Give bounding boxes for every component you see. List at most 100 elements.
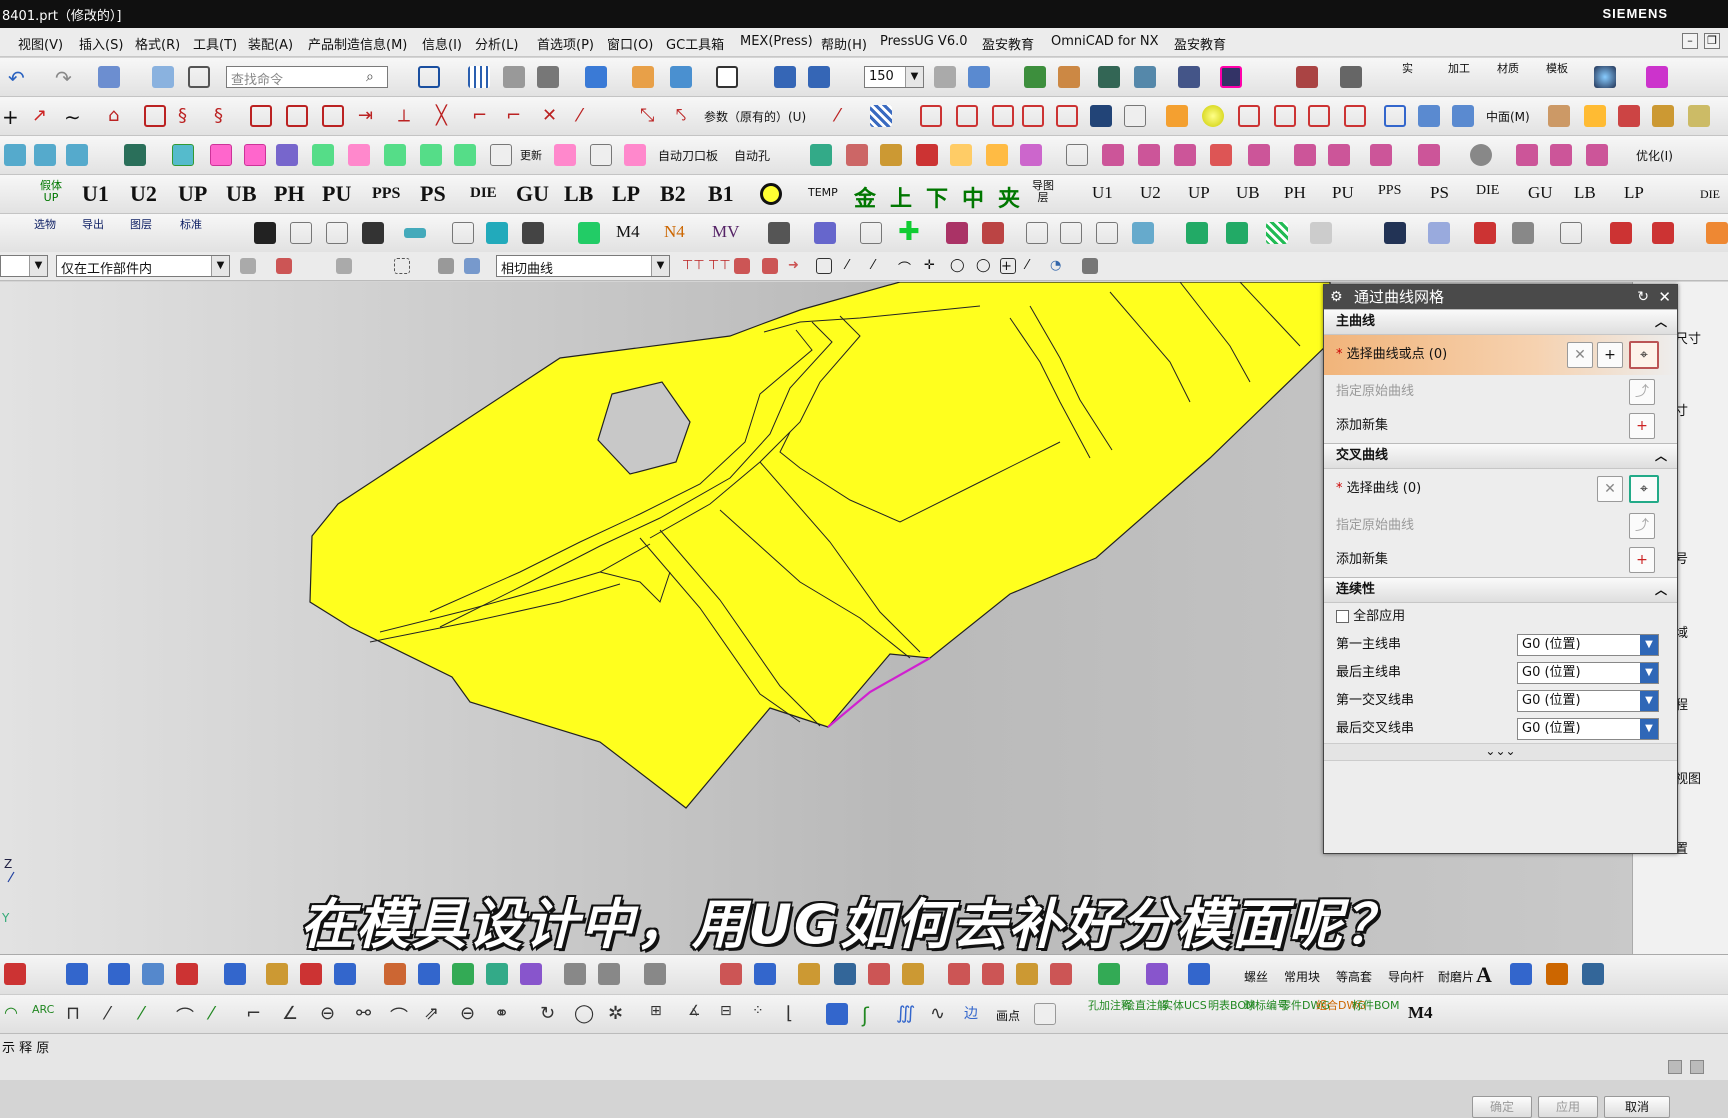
measure-icon[interactable] xyxy=(1058,66,1080,88)
menu-pmi[interactable]: 产品制造信息(M) xyxy=(308,34,407,53)
bridge-icon[interactable]: § xyxy=(178,105,200,127)
calculator-icon[interactable] xyxy=(124,144,146,166)
primary-curves-section[interactable]: 主曲线 ︿ xyxy=(1324,309,1677,335)
wear-plate-icon[interactable] xyxy=(244,144,266,166)
undo-icon[interactable]: ↶ xyxy=(8,66,30,90)
on-curve-icon[interactable]: ⁄ xyxy=(1026,258,1042,274)
follow-fillet-icon[interactable]: ⊤⊤ xyxy=(708,258,731,274)
tree-icon[interactable] xyxy=(810,144,832,166)
spring-list-icon[interactable] xyxy=(554,144,576,166)
circle-cross-icon[interactable]: ⊖ xyxy=(320,1003,342,1025)
mold-icon[interactable] xyxy=(254,222,276,244)
code-lp[interactable]: LP xyxy=(612,181,640,207)
angle-line-icon[interactable]: ∠ xyxy=(282,1003,304,1025)
panel-item-6[interactable]: 视图 xyxy=(1675,768,1701,787)
active-icon[interactable] xyxy=(312,144,334,166)
code-die[interactable]: DIE xyxy=(470,185,497,202)
mark-xia[interactable]: 下 xyxy=(926,181,948,213)
curve-select-icon[interactable]: ⌖ xyxy=(1629,475,1659,503)
solid-ucs-icon[interactable]: 实体UCS xyxy=(1162,1000,1207,1012)
fit-view-icon[interactable] xyxy=(418,66,440,88)
code-u1[interactable]: U1 xyxy=(82,181,109,207)
project-icon[interactable]: § xyxy=(214,105,236,127)
table-icon[interactable] xyxy=(1082,258,1098,274)
surface4-icon[interactable] xyxy=(1022,105,1044,127)
spin-icon[interactable]: ✲ xyxy=(608,1003,630,1025)
line-icon[interactable]: ⁄ xyxy=(106,1003,128,1025)
compass-icon[interactable] xyxy=(1188,963,1210,985)
tooth-icon[interactable] xyxy=(522,222,544,244)
code-u2[interactable]: U2 xyxy=(130,181,157,207)
smooth-icon[interactable]: ⤣ xyxy=(676,105,698,127)
menu-tools[interactable]: 工具(T) xyxy=(193,34,237,53)
continuity-select[interactable]: G0 (位置) ▼ xyxy=(1517,690,1659,712)
intersect-icon[interactable] xyxy=(250,105,272,127)
tools-icon[interactable] xyxy=(1512,222,1534,244)
small-code-pps[interactable]: PPS xyxy=(1378,183,1401,199)
guide-layer-icon[interactable]: 导图层 xyxy=(1032,180,1054,204)
quadrant-icon[interactable]: ◯ xyxy=(976,258,992,274)
transform-icon[interactable] xyxy=(188,66,210,88)
code-ps[interactable]: PS xyxy=(420,181,446,207)
part-nav-icon[interactable] xyxy=(846,144,868,166)
axis-icon[interactable] xyxy=(1024,66,1046,88)
collapse-icon[interactable]: ︿ xyxy=(1655,578,1667,602)
midsurface-label[interactable]: 中面(M) xyxy=(1486,108,1530,125)
menu-format[interactable]: 格式(R) xyxy=(135,34,180,53)
clip-icon[interactable] xyxy=(798,963,820,985)
drawing-icon[interactable] xyxy=(490,144,512,166)
endpoint-icon[interactable]: ⁄ xyxy=(846,258,862,274)
mark-shang[interactable]: 上 xyxy=(890,181,912,213)
groove-icon[interactable] xyxy=(1418,105,1440,127)
wrap-body-icon[interactable] xyxy=(326,222,348,244)
quick-plate-icon[interactable] xyxy=(624,144,646,166)
fixture-icon[interactable] xyxy=(564,963,586,985)
update-label[interactable]: 更新 xyxy=(520,147,542,163)
menu-assembly[interactable]: 装配(A) xyxy=(248,34,293,53)
pad-icon[interactable] xyxy=(1344,105,1366,127)
electrode-auto-icon[interactable] xyxy=(486,222,508,244)
blank-icon[interactable] xyxy=(1124,105,1146,127)
angle-icon[interactable] xyxy=(452,963,474,985)
circle-3-icon[interactable]: ◯ xyxy=(574,1003,596,1025)
surface5-icon[interactable] xyxy=(1056,105,1078,127)
outline-2-icon[interactable] xyxy=(1034,1003,1056,1025)
code-b1[interactable]: B1 xyxy=(708,181,734,207)
zoom-select[interactable]: 150 ▼ xyxy=(864,66,924,88)
curve-rule-select[interactable]: 相切曲线 ▼ xyxy=(496,255,670,277)
continuity-section[interactable]: 连续性 ︿ xyxy=(1324,577,1677,603)
arc-icon[interactable]: ◠ xyxy=(4,1003,26,1025)
code-pps[interactable]: PPS xyxy=(372,185,400,203)
standard-convert-icon[interactable]: 标准 xyxy=(180,219,202,231)
zigzag-icon[interactable]: ∿ xyxy=(930,1003,952,1025)
plus-icon[interactable]: + xyxy=(2,105,24,129)
key-slot-icon[interactable] xyxy=(1060,222,1082,244)
split-curve-icon[interactable]: ⟂ xyxy=(398,105,420,127)
remove-icon[interactable]: ✕ xyxy=(1597,476,1623,502)
menu-preferences[interactable]: 首选项(P) xyxy=(537,34,594,53)
layer-box-icon[interactable] xyxy=(950,144,972,166)
wcs-icon[interactable] xyxy=(808,66,830,88)
lock-icon[interactable] xyxy=(348,144,370,166)
stop-intersect-icon[interactable]: ⊤⊤ xyxy=(682,258,705,274)
plate-icon[interactable] xyxy=(982,222,1004,244)
midpoint-icon[interactable]: ⁄ xyxy=(872,258,888,274)
list-icon[interactable] xyxy=(644,963,666,985)
sheet-bottom-icon[interactable] xyxy=(948,963,970,985)
dimension-icon[interactable]: ⊞ xyxy=(650,1003,672,1025)
temp-label[interactable]: TEMP xyxy=(808,187,838,199)
hand-icon[interactable] xyxy=(334,963,356,985)
center-icon[interactable] xyxy=(1706,222,1728,244)
tag-icon[interactable] xyxy=(176,963,198,985)
n4-label[interactable]: N4 xyxy=(664,222,685,242)
s-curve-icon[interactable]: ʃ xyxy=(862,1003,884,1027)
circle-2-icon[interactable]: ⊖ xyxy=(460,1003,482,1025)
curve-edit-icon[interactable]: ⁄ xyxy=(836,105,858,127)
face-mesh-icon[interactable] xyxy=(108,963,130,985)
ruler-icon[interactable] xyxy=(1340,66,1362,88)
more-options-icon[interactable]: ⌄⌄⌄ xyxy=(1324,743,1677,761)
rotate-icon[interactable]: ↻ xyxy=(540,1003,562,1025)
code-ph[interactable]: PH xyxy=(274,181,305,207)
isoparam-icon[interactable] xyxy=(322,105,344,127)
menu-mex-press[interactable]: MEX(Press) xyxy=(740,34,813,49)
